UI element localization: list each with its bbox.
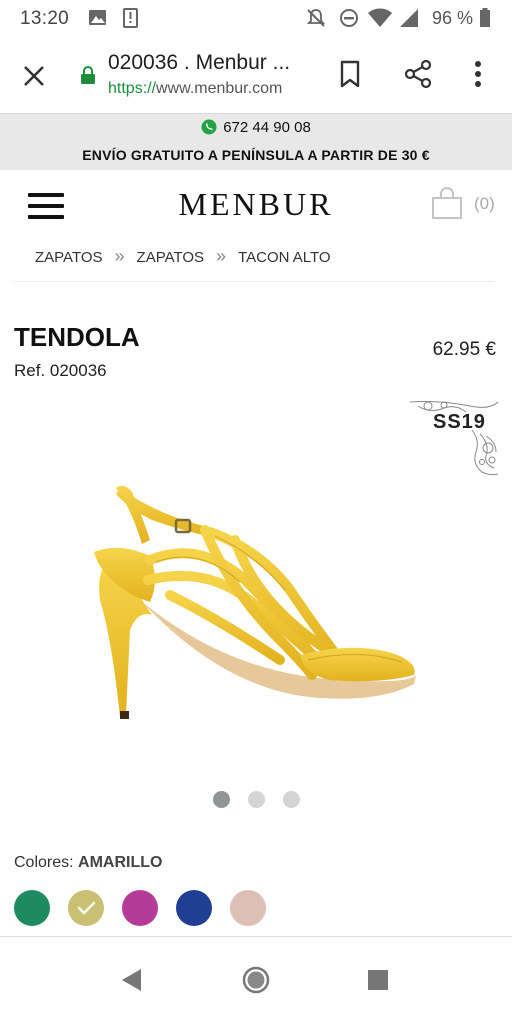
promo-phone[interactable]: 672 44 90 08	[0, 119, 512, 136]
color-swatch-green[interactable]	[14, 890, 50, 926]
system-nav-bar	[0, 937, 512, 1024]
page-title: 020036 . Menbur ...	[108, 51, 291, 74]
cart-count[interactable]: (0)	[474, 194, 495, 214]
battery-percent: 96 %	[432, 8, 474, 28]
carousel-dot[interactable]	[282, 791, 300, 808]
wifi-icon	[368, 8, 392, 27]
breadcrumb-item-tacon-alto[interactable]: TACON ALTO	[238, 249, 331, 266]
season-label: SS19	[433, 411, 486, 433]
check-icon	[77, 901, 96, 915]
home-icon[interactable]	[241, 965, 271, 995]
promo-bar: 672 44 90 08 ENVÍO GRATUITO A PENÍNSULA …	[0, 114, 512, 170]
colors-label-text: Colores:	[14, 854, 74, 871]
breadcrumb-separator: »	[114, 246, 125, 266]
whatsapp-icon	[201, 119, 217, 135]
url-host: www.menbur.com	[156, 80, 283, 97]
phone-number: 672 44 90 08	[223, 119, 311, 136]
color-swatch-blue[interactable]	[176, 890, 212, 926]
download-icon	[123, 8, 138, 28]
url-scheme: https://	[108, 80, 157, 97]
colors-label: Colores: AMARILLO	[14, 854, 162, 872]
close-icon[interactable]	[20, 62, 48, 90]
back-icon[interactable]	[117, 965, 147, 995]
color-swatch-fuchsia[interactable]	[122, 890, 158, 926]
carousel-dot[interactable]	[212, 791, 230, 808]
product-name: TENDOLA	[14, 322, 140, 352]
product-ref: Ref. 020036	[14, 361, 107, 380]
bookmark-icon[interactable]	[334, 58, 366, 90]
lock-icon	[81, 66, 95, 84]
more-icon[interactable]	[462, 58, 494, 90]
product-image[interactable]	[80, 470, 430, 730]
dnd-icon	[340, 9, 358, 27]
browser-toolbar: 020036 . Menbur ... https://www.menbur.c…	[0, 36, 512, 114]
cart-icon[interactable]	[430, 186, 464, 220]
signal-icon	[400, 9, 418, 27]
image-icon	[89, 10, 106, 25]
share-icon[interactable]	[402, 58, 434, 90]
color-swatch-nude[interactable]	[230, 890, 266, 926]
status-time: 13:20	[20, 8, 70, 29]
status-bar: 13:20 96 %	[0, 0, 512, 36]
free-shipping-banner: ENVÍO GRATUITO A PENÍNSULA A PARTIR DE 3…	[82, 147, 430, 163]
mute-icon	[306, 9, 326, 27]
battery-icon	[480, 8, 490, 27]
page-url[interactable]: https://www.menbur.com	[108, 80, 282, 98]
breadcrumb: ZAPATOS » ZAPATOS » TACON ALTO	[35, 246, 331, 267]
recents-icon[interactable]	[363, 965, 393, 995]
breadcrumb-item-zapatos-2[interactable]: ZAPATOS	[137, 249, 205, 266]
color-swatch-amarillo[interactable]	[68, 890, 104, 926]
selected-color-name: AMARILLO	[78, 854, 163, 871]
image-carousel-dots	[0, 791, 512, 813]
divider	[14, 281, 494, 282]
breadcrumb-item-zapatos[interactable]: ZAPATOS	[35, 249, 103, 266]
carousel-dot[interactable]	[247, 791, 265, 808]
breadcrumb-separator: »	[216, 246, 227, 266]
product-price: 62.95 €	[432, 339, 496, 360]
